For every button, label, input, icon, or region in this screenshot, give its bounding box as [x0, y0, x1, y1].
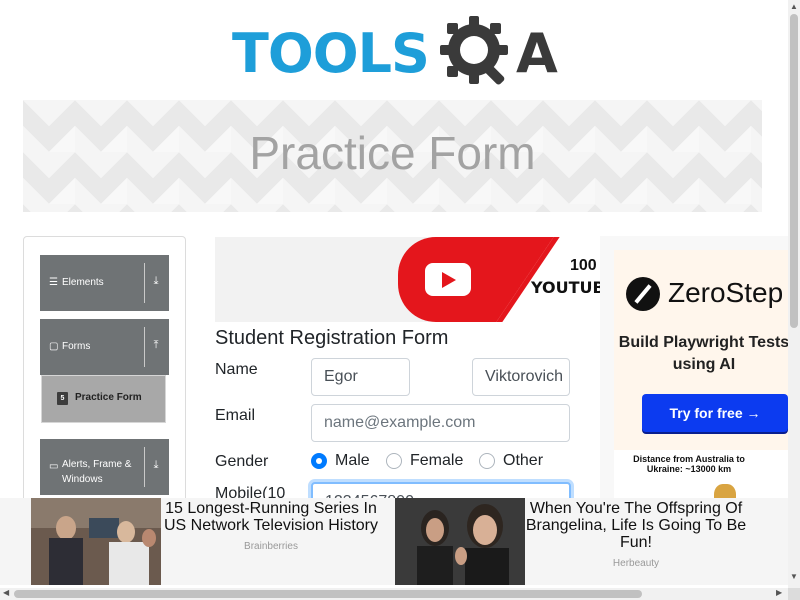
ad-title[interactable]: When You're The Offspring Of Brangelina,…: [525, 500, 747, 551]
expand-arrow-icon[interactable]: ⤓: [150, 459, 162, 472]
ad-brand: ZeroStep: [668, 277, 784, 308]
first-name-input[interactable]: Egor: [311, 358, 410, 396]
radio-unchecked-icon[interactable]: [386, 453, 402, 469]
sidebar-group-elements[interactable]: ☰ Elements ⤓: [40, 255, 169, 311]
ad-tagline: Build Playwright Tests using AI: [618, 334, 790, 373]
horizontal-scrollbar[interactable]: ◀ ▶: [0, 588, 788, 600]
sidebar-group-label: Elements: [62, 277, 104, 288]
radio-label: Male: [335, 452, 370, 469]
sidebar-group-alerts[interactable]: ▭ Alerts, Frame & Windows ⤓: [40, 439, 169, 495]
radio-label: Other: [503, 452, 544, 469]
doc-icon: ▢: [49, 341, 59, 352]
gear-magnifier-icon: [440, 16, 508, 85]
scrollbar-thumb[interactable]: [790, 14, 798, 328]
vertical-scrollbar[interactable]: ▲ ▼: [788, 0, 800, 588]
try-for-free-button[interactable]: Try for free →: [642, 394, 788, 432]
ad-title[interactable]: 15 Longest-Running Series In US Network …: [161, 500, 381, 534]
zerostep-logo-icon: [626, 277, 660, 311]
page-banner: Practice Form: [23, 100, 762, 212]
sidebar-group-forms[interactable]: ▢ Forms ⤒: [40, 319, 169, 375]
gender-label: Gender: [215, 453, 269, 470]
email-label: Email: [215, 407, 256, 424]
toolsqa-logo[interactable]: TOOLS A: [232, 14, 562, 92]
radio-checked-icon[interactable]: [311, 453, 327, 469]
zerostep-ad[interactable]: ZeroStep Build Playwright Tests using AI…: [600, 236, 790, 526]
gender-radio-other[interactable]: Other: [479, 452, 543, 470]
radio-unchecked-icon[interactable]: [479, 453, 495, 469]
collapse-arrow-icon[interactable]: ⤒: [150, 339, 162, 352]
ad-image: [31, 498, 161, 585]
ad-image: [395, 498, 525, 585]
sidebar: ☰ Elements ⤓ ▢ Forms ⤒ 5 Practice Form ▭…: [23, 236, 186, 526]
scrollbar-corner: [788, 588, 800, 600]
sidebar-group-label: Alerts, Frame & Windows: [62, 459, 132, 485]
ad-card-brainberries[interactable]: 15 Longest-Running Series In US Network …: [31, 498, 386, 585]
expand-arrow-icon[interactable]: ⤓: [150, 275, 162, 288]
page-title: Practice Form: [249, 127, 536, 179]
scrollbar-thumb[interactable]: [14, 590, 642, 598]
ad-text: 100: [570, 257, 597, 274]
last-name-input[interactable]: Viktorovich: [472, 358, 570, 396]
sidebar-item-practice-form[interactable]: 5 Practice Form: [41, 375, 166, 423]
divider: [144, 263, 145, 303]
gender-radio-female[interactable]: Female: [386, 452, 463, 470]
divider: [144, 447, 145, 487]
divider: [144, 327, 145, 367]
gender-radio-male[interactable]: Male: [311, 452, 370, 470]
name-label: Name: [215, 361, 258, 378]
page: TOOLS A Practice Form ☰ Elements ⤓ ▢ For…: [0, 0, 800, 600]
bottom-ad-bar: 15 Longest-Running Series In US Network …: [0, 498, 788, 585]
window-icon: ▭: [49, 461, 59, 472]
radio-label: Female: [410, 452, 464, 469]
scroll-down-icon[interactable]: ▼: [790, 572, 798, 581]
youtube-ad-banner[interactable]: 100 YOUTUBE: [215, 237, 605, 322]
list-icon: ☰: [49, 277, 58, 288]
email-input[interactable]: name@example.com: [311, 404, 570, 442]
html5-icon: 5: [57, 392, 68, 405]
ad-source: Herbeauty: [612, 558, 660, 569]
ad-card-herbeauty[interactable]: When You're The Offspring Of Brangelina,…: [395, 498, 757, 585]
ad-card: ZeroStep Build Playwright Tests using AI…: [614, 250, 790, 450]
scroll-up-icon[interactable]: ▲: [790, 2, 798, 11]
sidebar-item-label: Practice Form: [75, 392, 142, 403]
ad-source: Brainberries: [244, 541, 298, 552]
scroll-right-icon[interactable]: ▶: [776, 588, 782, 597]
ad-text: Distance from Australia to Ukraine: ~130…: [633, 454, 745, 474]
form-heading: Student Registration Form: [215, 327, 449, 349]
sidebar-group-label: Forms: [62, 341, 91, 352]
youtube-play-icon: [425, 263, 471, 296]
logo-a: A: [516, 22, 558, 85]
logo-text: TOOLS: [232, 22, 430, 85]
scroll-left-icon[interactable]: ◀: [3, 588, 9, 597]
ad-text: YOUTUBE: [531, 278, 605, 297]
